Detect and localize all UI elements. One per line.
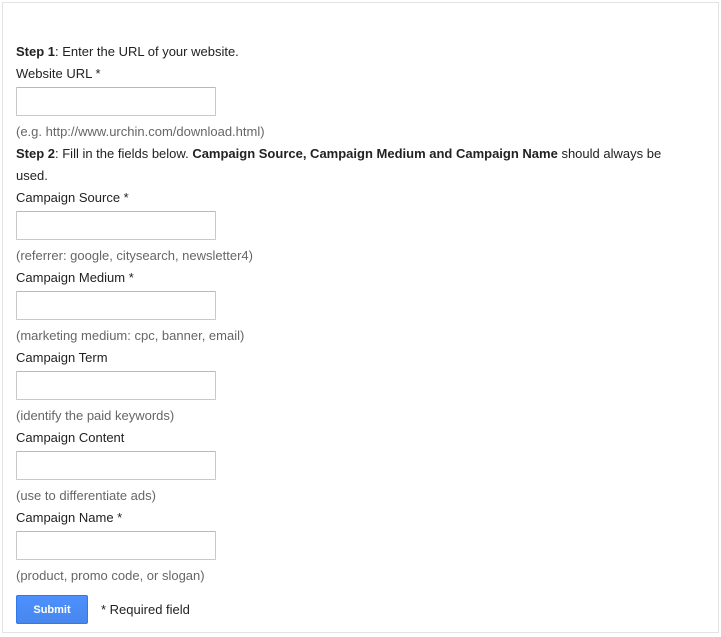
campaign-name-label: Campaign Name * [16,510,123,525]
campaign-medium-label: Campaign Medium * [16,270,134,285]
campaign-name-hint: (product, promo code, or slogan) [16,568,205,583]
submit-button[interactable]: Submit [16,595,88,624]
campaign-term-label: Campaign Term [16,350,108,365]
campaign-source-hint: (referrer: google, citysearch, newslette… [16,248,253,263]
step-2-label: Step 2 [16,146,56,161]
campaign-content-label: Campaign Content [16,430,125,445]
step-1-text: : Enter the URL of your website. [55,44,239,59]
campaign-source-label: Campaign Source * [16,190,129,205]
step-2-instruction: Step 2: Fill in the fields below. Campai… [16,143,696,187]
form-content: Step 1: Enter the URL of your website. W… [16,41,696,624]
website-url-input[interactable] [16,87,216,116]
campaign-source-input[interactable] [16,211,216,240]
campaign-medium-hint: (marketing medium: cpc, banner, email) [16,328,245,343]
url-builder-form: Step 1: Enter the URL of your website. W… [2,2,719,633]
step-2-text-before: : Fill in the fields below. [55,146,193,161]
step-2-required-fields: Campaign Source, Campaign Medium and Cam… [192,146,558,161]
website-url-hint: (e.g. http://www.urchin.com/download.htm… [16,124,265,139]
campaign-name-input[interactable] [16,531,216,560]
campaign-term-hint: (identify the paid keywords) [16,408,175,423]
campaign-medium-input[interactable] [16,291,216,320]
campaign-content-input[interactable] [16,451,216,480]
step-1-label: Step 1 [16,44,56,59]
campaign-term-input[interactable] [16,371,216,400]
required-field-note: * Required field [101,602,190,617]
campaign-content-hint: (use to differentiate ads) [16,488,156,503]
website-url-label: Website URL * [16,66,101,81]
submit-row: Submit * Required field [16,595,696,624]
step-1-instruction: Step 1: Enter the URL of your website. [16,41,696,63]
